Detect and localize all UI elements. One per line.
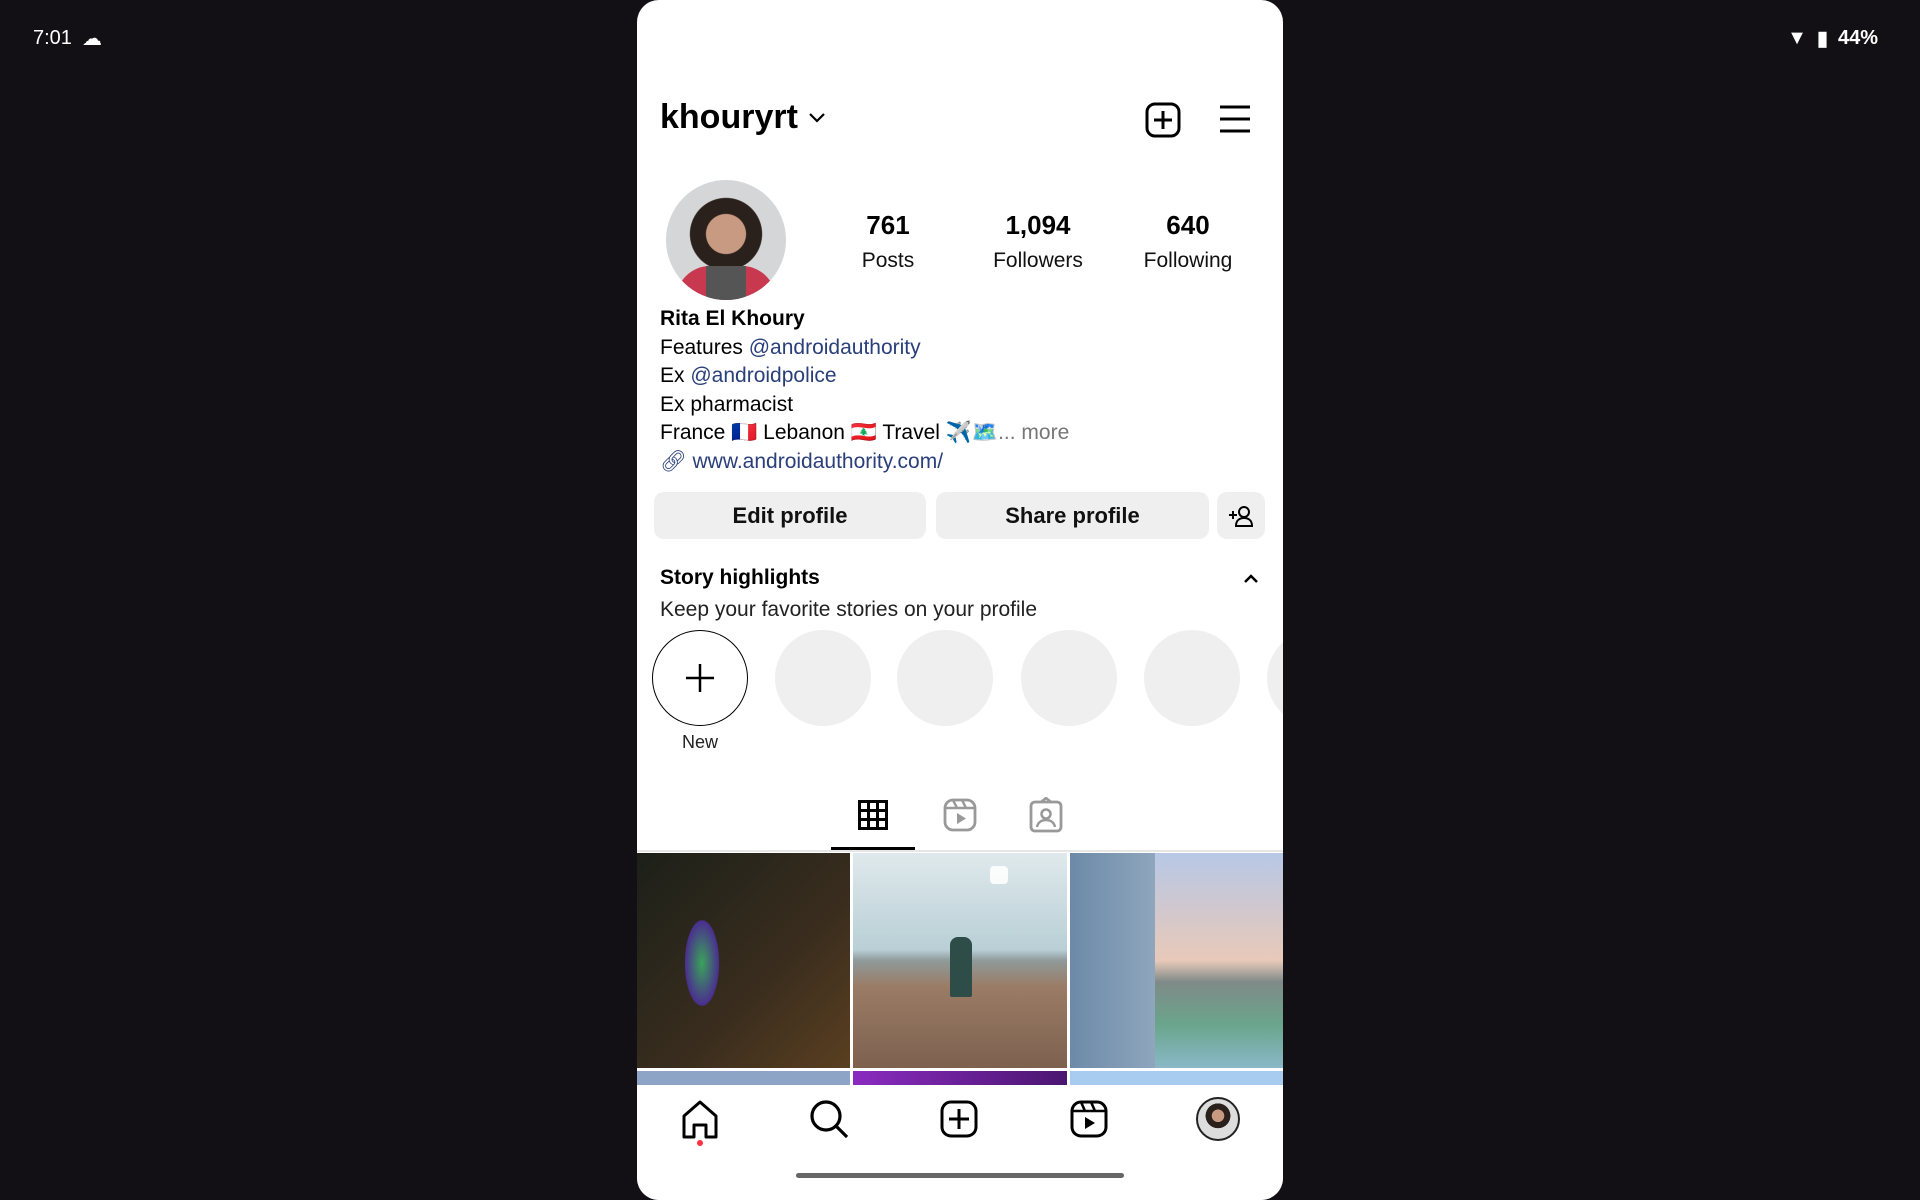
followers-stat[interactable]: 1,094 Followers [958,210,1118,273]
app-window: khouryrt 761 Posts 1,094 Followers 640 Foll… [637,0,1283,1200]
tagged-tab-icon[interactable] [1029,797,1063,833]
website-link[interactable]: 🔗︎ www.androidauthority.com/ [660,448,1069,477]
menu-icon[interactable] [1219,104,1251,134]
profile-nav-avatar[interactable] [1196,1097,1240,1141]
battery-level: 44% [1837,27,1878,49]
following-stat[interactable]: 640 Following [1108,210,1268,273]
post-thumbnail[interactable] [853,853,1067,1068]
plus-icon [686,664,714,692]
notification-dot [697,1140,703,1146]
story-highlights-title: Story highlights [660,566,820,589]
new-highlight-button[interactable] [652,630,748,726]
reels-icon[interactable] [1067,1097,1111,1141]
posts-stat[interactable]: 761 Posts [808,210,968,273]
create-post-icon[interactable] [937,1097,981,1141]
post-thumbnail[interactable] [1070,853,1283,1068]
following-count: 640 [1166,210,1210,240]
cloud-icon: ☁ [81,28,102,50]
highlight-placeholder [1144,630,1240,726]
link-icon: 🔗︎ [660,449,693,473]
mention-link[interactable]: @androidauthority [749,336,921,359]
new-highlight-label: New [681,732,718,752]
status-time: 7:01 ☁ [33,26,102,51]
reels-tab-icon[interactable] [943,798,977,832]
highlight-placeholder [775,630,871,726]
post-thumbnail[interactable] [637,853,850,1068]
username: khouryrt [660,98,798,136]
posts-label: Posts [861,249,915,272]
tab-divider [637,850,1283,852]
profile-avatar[interactable] [666,180,786,300]
wifi-icon: ▼ [1787,27,1807,49]
bio-text: Features [660,335,749,359]
status-right: ▼ ▮ 44% [1787,26,1878,51]
bio-line: Ex @androidpolice [660,362,1069,391]
mention-link[interactable]: @androidpolice [690,364,836,387]
followers-count: 1,094 [1005,210,1071,240]
add-person-icon [1229,505,1254,527]
followers-label: Followers [993,249,1083,272]
bio-text: France 🇫🇷 Lebanon 🇱🇧 Travel ✈️🗺️ [660,421,999,444]
highlight-placeholder [1267,630,1283,726]
edit-profile-button[interactable]: Edit profile [654,492,926,539]
discover-people-button[interactable] [1217,492,1265,539]
battery-icon: ▮ [1816,28,1828,50]
grid-tab-icon[interactable] [858,800,888,830]
bio-line: Ex pharmacist [660,392,794,416]
create-icon[interactable] [1145,102,1181,138]
time: 7:01 [33,27,72,49]
website-url: www.androidauthority.com/ [692,449,944,473]
chevron-down-icon [809,112,825,123]
home-indicator[interactable] [796,1173,1124,1178]
bio-text: Ex [660,364,691,387]
bio-line: France 🇫🇷 Lebanon 🇱🇧 Travel ✈️🗺️... more [660,419,1069,448]
more-link[interactable]: ... more [998,421,1069,444]
display-name: Rita El Khoury [660,307,805,330]
chevron-up-icon[interactable] [1243,573,1259,585]
highlight-placeholder [1021,630,1117,726]
search-icon[interactable] [807,1097,851,1141]
carousel-icon [990,866,1008,884]
bio-line: Features @androidauthority [660,334,1069,363]
home-icon[interactable] [678,1097,722,1141]
share-profile-button[interactable]: Share profile [936,492,1209,539]
story-highlights-subtitle: Keep your favorite stories on your profi… [660,598,1038,621]
bio: Rita El Khoury Features @androidauthorit… [660,305,1069,476]
following-label: Following [1143,249,1233,272]
posts-count: 761 [866,210,910,240]
account-switcher[interactable]: khouryrt [660,98,826,137]
highlight-placeholder [897,630,993,726]
